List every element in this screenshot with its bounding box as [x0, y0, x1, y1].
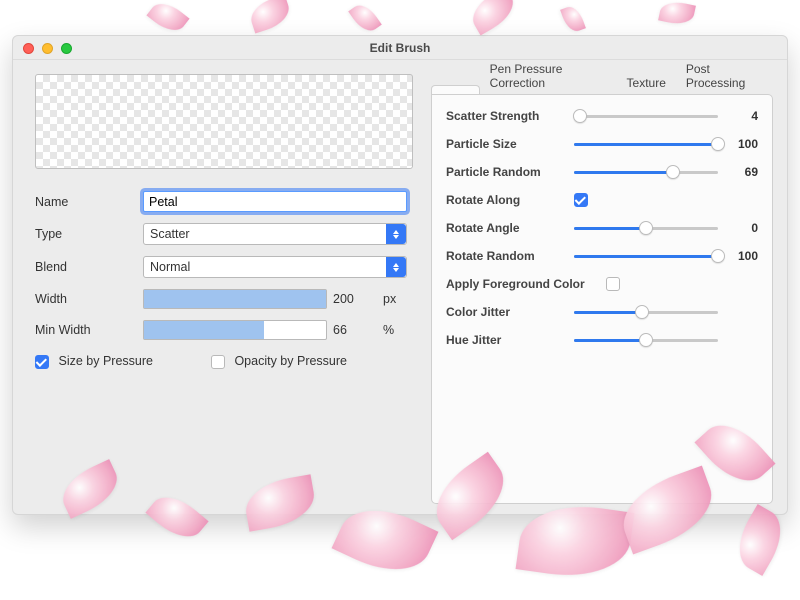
opacity-by-pressure-label: Opacity by Pressure: [234, 354, 347, 368]
name-input[interactable]: [143, 191, 407, 212]
particle-size-value: 100: [728, 137, 758, 151]
size-by-pressure-checkbox[interactable]: [35, 355, 49, 369]
type-select-value: Scatter: [150, 227, 190, 241]
blend-select-value: Normal: [150, 260, 190, 274]
blend-select[interactable]: Normal: [143, 256, 407, 278]
petal-icon: [247, 0, 294, 33]
type-label: Type: [35, 227, 143, 241]
chevron-updown-icon: [386, 257, 406, 277]
scatter-pane: Scatter Strength 4 Particle Size 100 Par…: [431, 94, 773, 504]
type-select[interactable]: Scatter: [143, 223, 407, 245]
chevron-updown-icon: [386, 224, 406, 244]
minimize-icon[interactable]: [42, 43, 53, 54]
maximize-icon[interactable]: [61, 43, 72, 54]
min-width-unit: %: [383, 323, 407, 337]
petal-icon: [348, 0, 382, 36]
color-jitter-label: Color Jitter: [446, 305, 574, 319]
brush-preview: [35, 74, 413, 169]
size-by-pressure-label: Size by Pressure: [58, 354, 152, 368]
min-width-label: Min Width: [35, 323, 143, 337]
window-controls: [23, 36, 72, 60]
particle-random-slider[interactable]: [574, 171, 718, 174]
tab-texture[interactable]: Texture: [617, 72, 676, 94]
color-jitter-slider[interactable]: [574, 311, 718, 314]
petal-icon: [658, 0, 696, 27]
apply-fg-checkbox[interactable]: [606, 277, 620, 291]
hue-jitter-slider[interactable]: [574, 339, 718, 342]
tab-post-processing[interactable]: Post Processing: [676, 58, 773, 94]
scatter-strength-value: 4: [728, 109, 758, 123]
apply-fg-label: Apply Foreground Color: [446, 277, 606, 291]
rotate-random-slider[interactable]: [574, 255, 718, 258]
rotate-angle-slider[interactable]: [574, 227, 718, 230]
name-label: Name: [35, 195, 143, 209]
rotate-along-checkbox[interactable]: [574, 193, 588, 207]
rotate-along-label: Rotate Along: [446, 193, 574, 207]
width-label: Width: [35, 292, 143, 306]
width-unit: px: [383, 292, 407, 306]
min-width-slider[interactable]: [143, 320, 327, 340]
petal-icon: [146, 0, 189, 38]
scatter-strength-slider[interactable]: [574, 115, 718, 118]
scatter-strength-label: Scatter Strength: [446, 109, 574, 123]
titlebar: Edit Brush: [13, 36, 787, 60]
width-value: 200: [333, 292, 377, 306]
rotate-angle-value: 0: [728, 221, 758, 235]
particle-size-label: Particle Size: [446, 137, 574, 151]
window-title: Edit Brush: [370, 41, 431, 55]
brush-scatter-panel: Pen Pressure Correction Texture Post Pro…: [423, 60, 787, 514]
tabstrip: Pen Pressure Correction Texture Post Pro…: [431, 70, 773, 94]
close-icon[interactable]: [23, 43, 34, 54]
brush-general-panel: Name Type Scatter Blend Normal: [13, 60, 423, 514]
opacity-by-pressure-checkbox[interactable]: [211, 355, 225, 369]
particle-random-label: Particle Random: [446, 165, 574, 179]
petal-icon: [560, 4, 586, 35]
min-width-value: 66: [333, 323, 377, 337]
tab-scatter[interactable]: [431, 85, 480, 94]
particle-random-value: 69: [728, 165, 758, 179]
size-by-pressure-row[interactable]: Size by Pressure: [35, 354, 153, 369]
edit-brush-window: Edit Brush Name Type Scatter Blend: [12, 35, 788, 515]
width-slider[interactable]: [143, 289, 327, 309]
rotate-random-label: Rotate Random: [446, 249, 574, 263]
petal-icon: [466, 0, 521, 35]
hue-jitter-label: Hue Jitter: [446, 333, 574, 347]
rotate-angle-label: Rotate Angle: [446, 221, 574, 235]
tab-pen-pressure-correction[interactable]: Pen Pressure Correction: [480, 58, 617, 94]
opacity-by-pressure-row[interactable]: Opacity by Pressure: [211, 354, 347, 369]
blend-label: Blend: [35, 260, 143, 274]
particle-size-slider[interactable]: [574, 143, 718, 146]
rotate-random-value: 100: [728, 249, 758, 263]
